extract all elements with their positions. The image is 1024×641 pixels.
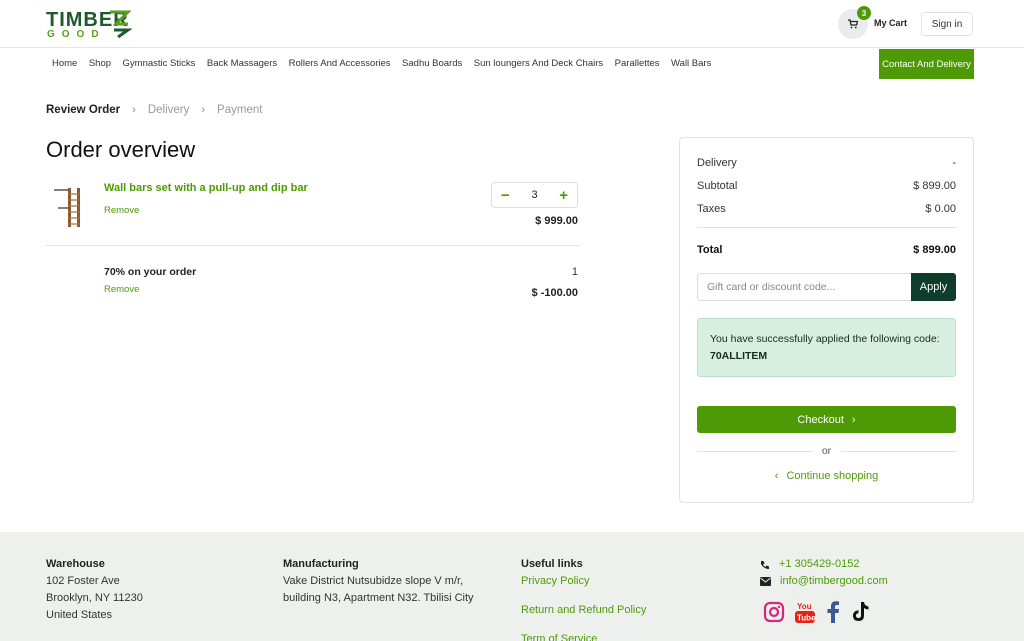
promo-success-alert: You have successfully applied the follow… (697, 318, 956, 377)
main-nav: Home Shop Gymnastic Sticks Back Massager… (52, 58, 723, 72)
tiktok-icon[interactable] (850, 601, 870, 623)
delivery-label: Delivery (697, 157, 737, 169)
manufacturing-line1: Vake District Nutsubidze slope V m/r, (283, 575, 464, 587)
nav-item-back-massagers[interactable]: Back Massagers (207, 58, 277, 72)
terms-link[interactable]: Term of Service (521, 631, 646, 641)
quantity-stepper: − 3 + (491, 182, 578, 208)
separator-line (697, 450, 812, 452)
footer-manufacturing: Manufacturing Vake District Nutsubidze s… (283, 556, 474, 607)
nav-item-wall-bars[interactable]: Wall Bars (671, 58, 711, 72)
increase-quantity-button[interactable]: + (559, 188, 568, 203)
applied-code: 70ALLITEM (710, 350, 768, 362)
site-header: TIMBER GOOD 3 My Cart Sign in (0, 0, 1024, 48)
warehouse-line2: Brooklyn, NY 11230 (46, 592, 143, 604)
chevron-right-icon: › (851, 413, 856, 426)
subtotal-value: $ 899.00 (913, 180, 956, 192)
svg-text:You: You (797, 602, 812, 611)
footer-warehouse: Warehouse 102 Foster Ave Brooklyn, NY 11… (46, 556, 143, 624)
links-heading: Useful links (521, 558, 583, 570)
promo-code-input[interactable] (697, 273, 911, 301)
youtube-icon[interactable]: You Tube (794, 600, 816, 624)
cart-label[interactable]: My Cart (874, 18, 907, 28)
chevron-right-icon: › (132, 104, 136, 116)
envelope-icon (760, 577, 771, 586)
nav-item-shop[interactable]: Shop (89, 58, 111, 72)
discount-price: $ -100.00 (531, 287, 578, 299)
page-title: Order overview (46, 137, 196, 162)
divider (46, 245, 580, 246)
logo-bottom-text: GOOD (47, 29, 106, 40)
separator-line (841, 450, 956, 452)
decrease-quantity-button[interactable]: − (501, 188, 510, 203)
continue-shopping-link[interactable]: ‹ Continue shopping (697, 470, 956, 482)
chevron-right-icon: › (201, 104, 206, 116)
taxes-value: $ 0.00 (925, 203, 956, 215)
discount-line-name: 70% on your order (104, 266, 197, 278)
email-link[interactable]: info@timbergood.com (780, 573, 888, 590)
remove-discount-link[interactable]: Remove (104, 284, 139, 295)
refund-policy-link[interactable]: Return and Refund Policy (521, 602, 646, 619)
contact-delivery-button[interactable]: Contact And Delivery (879, 49, 974, 79)
apply-promo-button[interactable]: Apply (911, 273, 956, 301)
footer-useful-links: Useful links Privacy Policy Return and R… (521, 556, 646, 641)
nav-item-sun-loungers[interactable]: Sun loungers And Deck Chairs (474, 58, 603, 72)
warehouse-line1: 102 Foster Ave (46, 575, 120, 587)
warehouse-line3: United States (46, 609, 113, 621)
product-name-link[interactable]: Wall bars set with a pull-up and dip bar (104, 182, 308, 194)
nav-item-parallettes[interactable]: Parallettes (615, 58, 660, 72)
nav-item-rollers[interactable]: Rollers And Accessories (289, 58, 391, 72)
step-delivery[interactable]: Delivery (148, 104, 190, 116)
remove-product-link[interactable]: Remove (104, 205, 139, 216)
delivery-value: - (952, 157, 956, 169)
taxes-label: Taxes (697, 203, 726, 215)
cart-count-badge: 3 (857, 6, 871, 20)
checkout-steps: Review Order › Delivery › Payment (46, 104, 262, 116)
order-summary-panel: Delivery - Subtotal $ 899.00 Taxes $ 0.0… (679, 137, 974, 503)
chevron-left-icon: ‹ (774, 470, 779, 482)
sign-in-button[interactable]: Sign in (921, 12, 973, 36)
subtotal-label: Subtotal (697, 180, 738, 192)
site-footer: Warehouse 102 Foster Ave Brooklyn, NY 11… (0, 532, 1024, 641)
phone-link[interactable]: +1 305429-0152 (779, 556, 859, 573)
continue-shopping-label: Continue shopping (786, 470, 879, 482)
summary-row-total: Total $ 899.00 (697, 244, 956, 256)
phone-row: +1 305429-0152 (760, 556, 888, 573)
footer-contact: +1 305429-0152 info@timbergood.com (760, 556, 888, 590)
summary-row-subtotal: Subtotal $ 899.00 (697, 180, 956, 192)
or-label: or (821, 445, 832, 457)
email-row: info@timbergood.com (760, 573, 888, 590)
manufacturing-line2: building N3, Apartment N32. Tbilisi City (283, 592, 474, 604)
nav-item-home[interactable]: Home (52, 58, 77, 72)
promo-code-form: Apply (697, 273, 956, 301)
nav-item-gymnastic-sticks[interactable]: Gymnastic Sticks (123, 58, 196, 72)
nav-item-sadhu-boards[interactable]: Sadhu Boards (402, 58, 462, 72)
checkout-button[interactable]: Checkout › (697, 406, 956, 433)
success-message: You have successfully applied the follow… (710, 333, 940, 345)
step-payment[interactable]: Payment (217, 104, 262, 116)
summary-row-delivery: Delivery - (697, 157, 956, 169)
product-price: $ 999.00 (535, 215, 578, 227)
or-separator: or (697, 444, 956, 458)
cart-icon (848, 19, 858, 29)
phone-icon (761, 560, 769, 569)
logo[interactable]: TIMBER GOOD (46, 9, 136, 40)
summary-divider (697, 227, 956, 228)
privacy-policy-link[interactable]: Privacy Policy (521, 573, 646, 590)
manufacturing-heading: Manufacturing (283, 558, 359, 570)
summary-row-taxes: Taxes $ 0.00 (697, 203, 956, 215)
facebook-icon[interactable] (825, 601, 841, 623)
logo-mark-icon (110, 10, 132, 38)
discount-quantity: 1 (571, 266, 578, 278)
quantity-value[interactable]: 3 (531, 189, 537, 201)
total-label: Total (697, 244, 723, 256)
instagram-icon[interactable] (763, 601, 785, 623)
step-review: Review Order (46, 104, 121, 116)
product-image-wall-bars[interactable] (52, 186, 82, 228)
warehouse-heading: Warehouse (46, 558, 105, 570)
social-links: You Tube (763, 600, 870, 624)
checkout-label: Checkout (797, 413, 844, 426)
total-value: $ 899.00 (913, 244, 956, 256)
svg-text:Tube: Tube (797, 614, 816, 623)
